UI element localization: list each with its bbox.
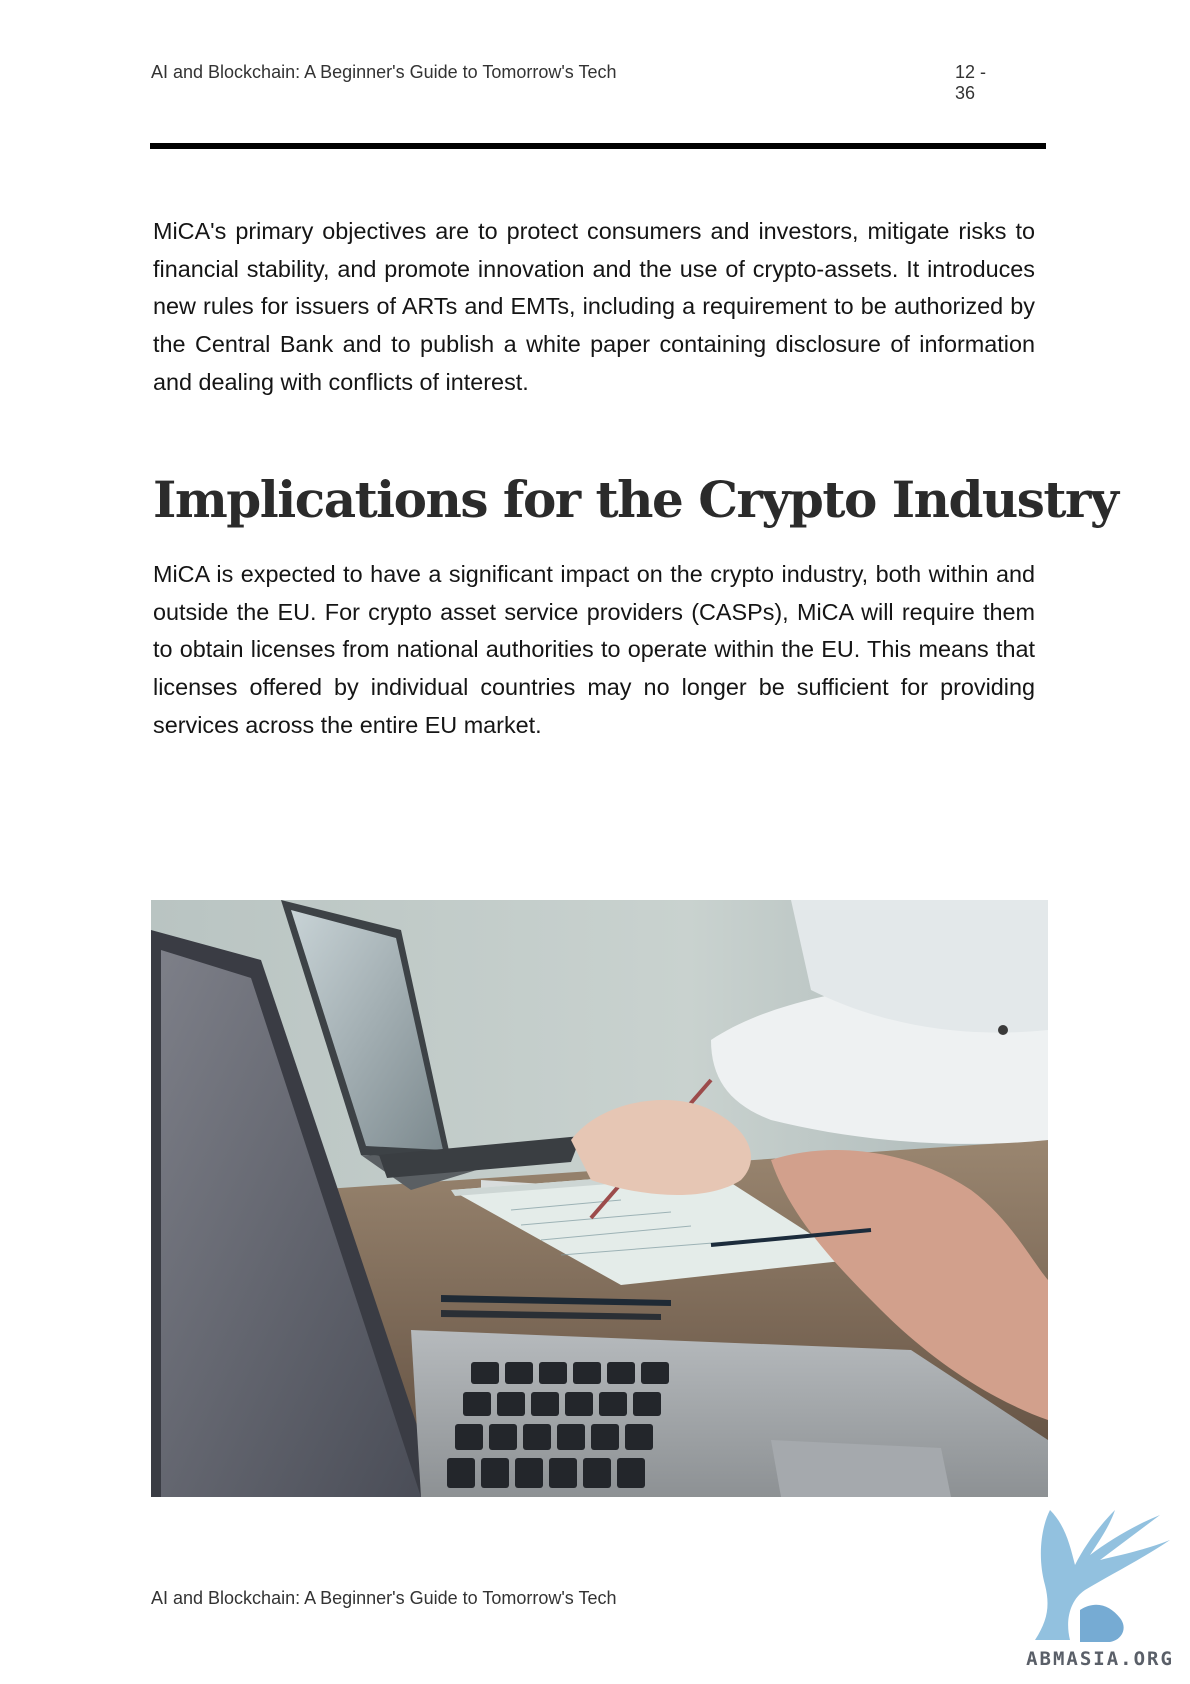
laptops-meeting-photo <box>151 900 1048 1497</box>
body-paragraph-1: MiCA's primary objectives are to protect… <box>153 218 1035 395</box>
header-title: AI and Blockchain: A Beginner's Guide to… <box>151 62 617 82</box>
footer-title: AI and Blockchain: A Beginner's Guide to… <box>151 1588 617 1608</box>
page-number: 12 - 36 <box>955 62 987 103</box>
section-heading: Implications for the Crypto Industry <box>153 470 1119 529</box>
photo-illustration <box>151 900 1048 1497</box>
header-divider <box>150 143 1046 149</box>
watermark-logo: ABMASIA.ORG <box>1010 1500 1190 1684</box>
body-paragraph-2: MiCA is expected to have a significant i… <box>153 561 1035 738</box>
page-header: AI and Blockchain: A Beginner's Guide to… <box>151 60 1011 103</box>
watermark-text: ABMASIA.ORG <box>1026 1648 1174 1670</box>
eagle-logo-icon <box>1035 1510 1170 1642</box>
